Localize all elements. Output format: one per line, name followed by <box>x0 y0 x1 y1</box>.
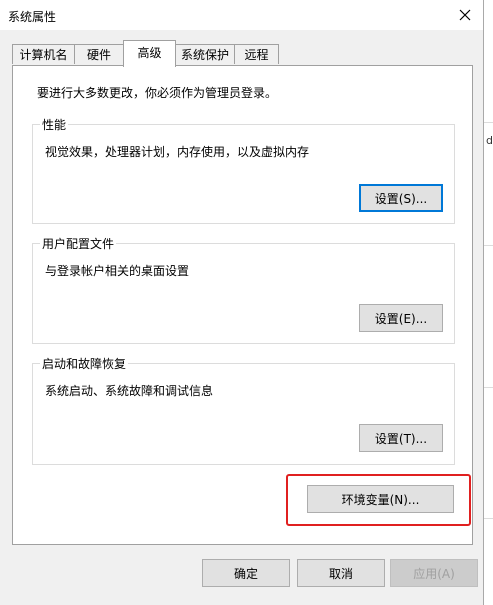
startup-recovery-title: 启动和故障恢复 <box>40 355 129 372</box>
tab-system-protection[interactable]: 系统保护 <box>175 44 235 64</box>
performance-description: 视觉效果，处理器计划，内存使用，以及虚拟内存 <box>45 145 310 159</box>
ok-button[interactable]: 确定 <box>202 559 290 587</box>
user-profiles-group: 用户配置文件 与登录帐户相关的桌面设置 设置(E)... <box>32 235 455 344</box>
background-divider <box>484 518 493 519</box>
background-divider <box>484 245 493 246</box>
system-properties-dialog: 系统属性 计算机名 硬件 高级 系统保护 远程 要进行大多数更改，你必须作为管理… <box>0 0 484 605</box>
startup-recovery-group: 启动和故障恢复 系统启动、系统故障和调试信息 设置(T)... <box>32 355 455 465</box>
dialog-buttons: 确定 取消 应用(A) <box>0 553 484 605</box>
user-profiles-settings-button[interactable]: 设置(E)... <box>359 304 443 332</box>
background-divider <box>484 122 493 123</box>
user-profiles-title: 用户配置文件 <box>40 235 117 252</box>
tab-hardware[interactable]: 硬件 <box>74 44 124 64</box>
user-profiles-description: 与登录帐户相关的桌面设置 <box>45 264 190 278</box>
background-divider <box>484 387 493 388</box>
advanced-tab-panel: 要进行大多数更改，你必须作为管理员登录。 性能 视觉效果，处理器计划，内存使用，… <box>12 65 473 545</box>
environment-variables-button[interactable]: 环境变量(N)... <box>307 485 454 513</box>
tab-remote[interactable]: 远程 <box>234 44 279 64</box>
apply-button[interactable]: 应用(A) <box>390 559 478 587</box>
background-window-edge: d <box>484 0 493 605</box>
background-text-fragment: d <box>486 134 493 147</box>
admin-notice: 要进行大多数更改，你必须作为管理员登录。 <box>37 86 278 100</box>
dialog-title: 系统属性 <box>8 10 57 24</box>
performance-settings-button[interactable]: 设置(S)... <box>359 184 443 212</box>
close-icon <box>459 9 471 21</box>
performance-title: 性能 <box>40 116 69 133</box>
startup-recovery-settings-button[interactable]: 设置(T)... <box>359 424 443 452</box>
tab-advanced[interactable]: 高级 <box>123 40 176 67</box>
tab-computer-name[interactable]: 计算机名 <box>12 44 75 64</box>
close-button[interactable] <box>447 0 483 30</box>
startup-recovery-description: 系统启动、系统故障和调试信息 <box>45 384 214 398</box>
performance-group: 性能 视觉效果，处理器计划，内存使用，以及虚拟内存 设置(S)... <box>32 116 455 224</box>
cancel-button[interactable]: 取消 <box>297 559 385 587</box>
title-bar: 系统属性 <box>0 0 483 30</box>
